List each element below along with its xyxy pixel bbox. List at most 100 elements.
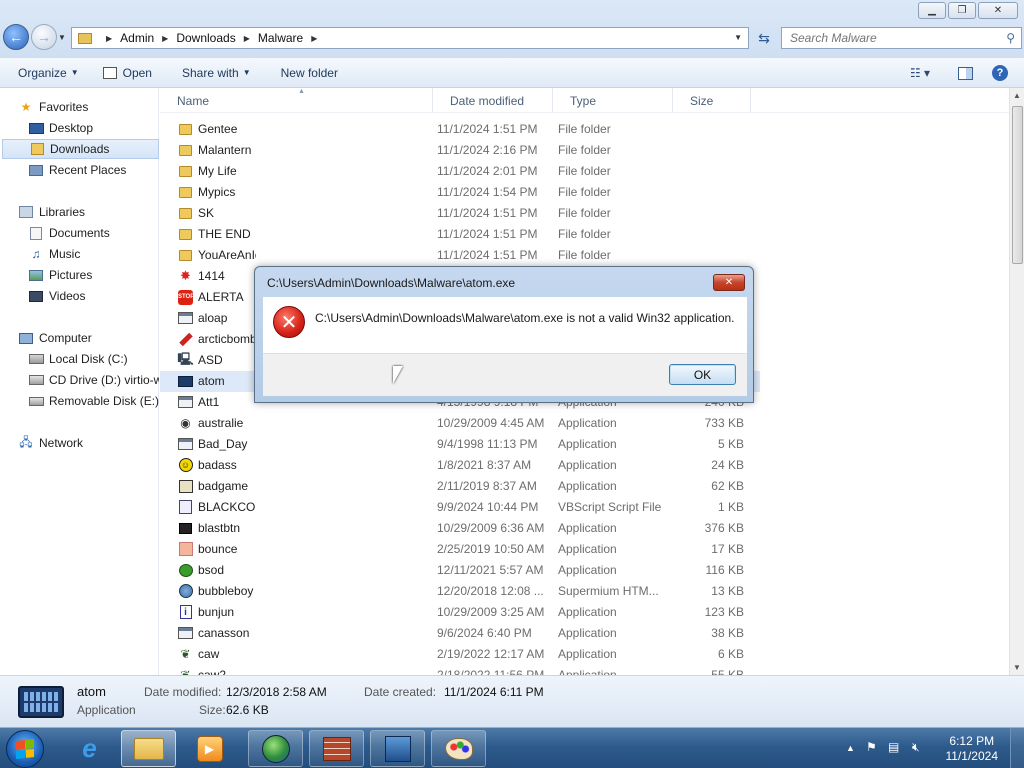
vertical-scrollbar[interactable]: ▲ ▼ bbox=[1009, 88, 1024, 675]
forward-button[interactable]: → bbox=[31, 24, 57, 50]
nav-removable-disk[interactable]: Removable Disk (E:) bbox=[28, 391, 159, 411]
folder-row[interactable]: My Life 11/1/2024 2:01 PM File folder bbox=[160, 161, 760, 182]
nav-cd-drive[interactable]: CD Drive (D:) virtio-w bbox=[28, 370, 159, 390]
column-header-type[interactable]: Type bbox=[553, 88, 673, 113]
action-center-flag-icon[interactable]: ⚑ bbox=[866, 740, 877, 754]
file-row[interactable]: bubbleboy 12/20/2018 12:08 ... Supermium H… bbox=[160, 581, 760, 602]
open-button[interactable]: Open bbox=[95, 61, 160, 85]
dialog-body: ✕ C:\Users\Admin\Downloads\Malware\atom.… bbox=[263, 297, 747, 353]
button-icon bbox=[177, 520, 194, 536]
nav-libraries[interactable]: Libraries bbox=[18, 202, 175, 222]
maximize-button[interactable]: ❐ bbox=[948, 2, 976, 19]
start-button[interactable] bbox=[6, 730, 44, 768]
globe-icon bbox=[177, 583, 194, 599]
show-hidden-icons-icon[interactable]: ▲ bbox=[846, 743, 855, 753]
column-header-size[interactable]: Size bbox=[673, 88, 751, 113]
recent-pages-dropdown[interactable]: ▼ bbox=[58, 33, 66, 42]
folder-row[interactable]: YouAreAnIdiot 11/1/2024 1:51 PM File folde… bbox=[160, 245, 760, 266]
breadcrumb-admin[interactable]: Admin bbox=[120, 31, 154, 45]
minimize-button[interactable]: ▁ bbox=[918, 2, 946, 19]
scroll-up-icon[interactable]: ▲ bbox=[1013, 91, 1021, 100]
file-row[interactable]: i bunjun 10/29/2009 3:25 AM Application 123 … bbox=[160, 602, 760, 623]
nav-network[interactable]: 🖧 Network bbox=[18, 433, 175, 453]
file-size: 62 KB bbox=[711, 479, 744, 493]
preview-pane-icon bbox=[957, 66, 973, 80]
application-icon bbox=[177, 310, 194, 326]
taskbar-internet-explorer[interactable]: e bbox=[62, 730, 117, 767]
clock[interactable]: 6:12 PM 11/1/2024 bbox=[946, 734, 999, 764]
taskbar-running-app-globe[interactable] bbox=[248, 730, 303, 767]
show-desktop-button[interactable] bbox=[1010, 728, 1024, 768]
file-type: Application bbox=[558, 626, 617, 640]
details-date-created-label: Date created: bbox=[364, 685, 437, 699]
cow-icon: ◉ bbox=[180, 416, 191, 430]
folder-row[interactable]: SK 11/1/2024 1:51 PM File folder bbox=[160, 203, 760, 224]
breadcrumb-separator-icon[interactable]: ▶ bbox=[162, 34, 168, 43]
close-window-button[interactable]: ✕ bbox=[978, 2, 1018, 19]
address-dropdown-icon[interactable]: ▼ bbox=[734, 33, 742, 42]
scroll-down-icon[interactable]: ▼ bbox=[1013, 663, 1021, 672]
breadcrumb-separator-icon[interactable]: ▶ bbox=[244, 34, 250, 43]
file-size: 24 KB bbox=[711, 458, 744, 472]
search-input[interactable] bbox=[790, 31, 990, 45]
folder-row[interactable]: THE END 11/1/2024 1:51 PM File folder bbox=[160, 224, 760, 245]
taskbar-windows-explorer[interactable] bbox=[121, 730, 176, 767]
help-icon: ? bbox=[992, 65, 1008, 81]
column-header-name[interactable]: Name bbox=[160, 88, 433, 113]
file-row[interactable]: ❦ caw 2/19/2022 12:17 AM Application 6 KB bbox=[160, 644, 760, 665]
file-name: arcticbomb bbox=[198, 332, 256, 346]
nav-favorites[interactable]: ★ Favorites bbox=[18, 97, 175, 117]
file-row[interactable]: bounce 2/25/2019 10:50 AM Application 17 KB bbox=[160, 539, 760, 560]
address-bar[interactable]: ▶ Admin ▶ Downloads ▶ Malware ▶ ▼ bbox=[71, 27, 749, 49]
folder-row[interactable]: Gentee 11/1/2024 1:51 PM File folder bbox=[160, 119, 760, 140]
file-row[interactable]: BLACKCOM 9/9/2024 10:44 PM VBScript Script… bbox=[160, 497, 760, 518]
file-row[interactable]: Bad_Day 9/4/1998 11:13 PM Application 5 KB bbox=[160, 434, 760, 455]
folder-row[interactable]: Mypics 11/1/2024 1:54 PM File folder bbox=[160, 182, 760, 203]
organize-button[interactable]: Organize ▼ bbox=[10, 61, 87, 85]
column-header-date[interactable]: Date modified bbox=[433, 88, 553, 113]
dialog-close-button[interactable]: ✕ bbox=[713, 274, 745, 291]
taskbar-running-app-paint[interactable] bbox=[431, 730, 486, 767]
scrollbar-thumb[interactable] bbox=[1012, 106, 1023, 264]
help-button[interactable]: ? bbox=[990, 64, 1010, 82]
share-with-button[interactable]: Share with ▼ bbox=[174, 61, 259, 85]
preview-pane-button[interactable] bbox=[955, 64, 975, 82]
file-row[interactable]: ☺ badass 1/8/2021 8:37 AM Application 24 KB bbox=[160, 455, 760, 476]
change-view-button[interactable]: ☷ ▾ bbox=[900, 64, 940, 82]
volume-muted-icon[interactable]: 🔇︎ bbox=[912, 740, 920, 755]
file-row[interactable]: blastbtn 10/29/2009 6:36 AM Application 376… bbox=[160, 518, 760, 539]
search-icon[interactable]: ⚲ bbox=[1006, 31, 1015, 45]
new-folder-button[interactable]: New folder bbox=[273, 61, 346, 85]
file-row[interactable]: ❦ caw2 2/18/2022 11:56 PM Application 55 KB bbox=[160, 665, 760, 675]
taskbar-running-app-building[interactable] bbox=[370, 730, 425, 767]
music-icon: ♫ bbox=[31, 247, 41, 261]
search-box[interactable]: ⚲ bbox=[781, 27, 1022, 49]
back-button[interactable]: ← bbox=[3, 24, 29, 50]
breadcrumb-separator-icon[interactable]: ▶ bbox=[311, 34, 317, 43]
details-size-label: Size: bbox=[199, 703, 226, 717]
dynamite-icon bbox=[177, 331, 194, 347]
file-size: 733 KB bbox=[704, 416, 744, 430]
file-row[interactable]: ◉ australie 10/29/2009 4:45 AM Application 7… bbox=[160, 413, 760, 434]
nav-computer[interactable]: Computer bbox=[18, 328, 175, 348]
nav-downloads[interactable]: Downloads bbox=[2, 139, 159, 159]
breadcrumb-malware[interactable]: Malware bbox=[258, 31, 303, 45]
downloads-folder-icon bbox=[29, 142, 45, 156]
error-icon: ✕ bbox=[273, 306, 305, 338]
refresh-button[interactable]: ⇆ bbox=[752, 27, 776, 49]
folder-row[interactable]: Malantern 11/1/2024 2:16 PM File folder bbox=[160, 140, 760, 161]
file-name: 1414 bbox=[198, 269, 225, 283]
network-tray-icon[interactable]: ▤ bbox=[888, 740, 899, 754]
file-row[interactable]: badgame 2/11/2019 8:37 AM Application 62 KB bbox=[160, 476, 760, 497]
breadcrumb-downloads[interactable]: Downloads bbox=[176, 31, 235, 45]
file-type: File folder bbox=[558, 143, 611, 157]
file-row[interactable]: canasson 9/6/2024 6:40 PM Application 38 KB bbox=[160, 623, 760, 644]
ok-button[interactable]: OK bbox=[669, 364, 736, 385]
taskbar-media-player[interactable]: ▶ bbox=[182, 730, 237, 767]
close-icon: ✕ bbox=[724, 277, 734, 288]
file-row[interactable]: bsod 12/11/2021 5:57 AM Application 116 KB bbox=[160, 560, 760, 581]
dialog-title: C:\Users\Admin\Downloads\Malware\atom.ex… bbox=[267, 276, 516, 290]
taskbar-running-app-firewall[interactable] bbox=[309, 730, 364, 767]
globe-icon bbox=[261, 734, 290, 763]
view-list-icon: ☷ ▾ bbox=[909, 66, 931, 80]
